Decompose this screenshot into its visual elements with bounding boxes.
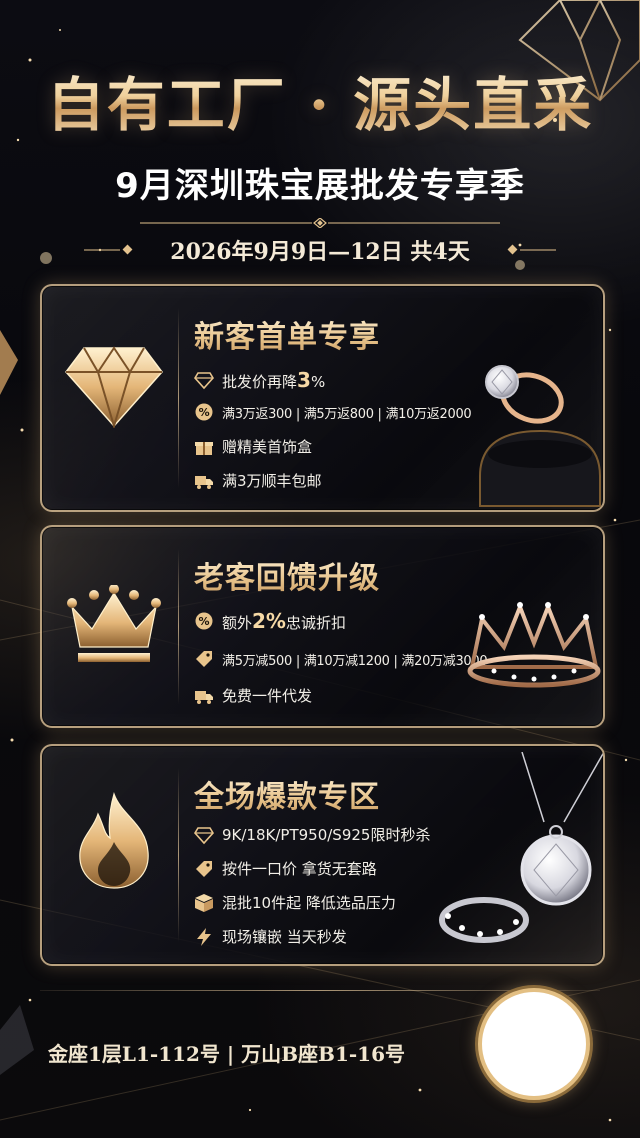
- feature-row: % 额外2%忠诚折扣: [194, 609, 346, 633]
- page-subtitle: 9月深圳珠宝展批发专享季: [115, 166, 525, 206]
- feature-text: 现场镶嵌 当天秒发: [222, 928, 347, 946]
- event-date: 2026年9月9日—12日 共4天: [170, 239, 470, 265]
- card-title: 老客回馈升级: [194, 553, 380, 597]
- feature-text: 赠精美首饰盒: [222, 438, 313, 456]
- card-title: 全场爆款专区: [194, 772, 380, 816]
- feature-row: % 满3万返300 | 满5万返800 | 满10万返2000: [194, 402, 472, 422]
- returning-customer-card: 老客回馈升级 % 额外2%忠诚折扣 满5万减500 | 满10万减1200 | …: [40, 525, 605, 728]
- page-title: 自有工厂 · 源头直采: [0, 58, 640, 142]
- ring-box-image: [479, 365, 601, 507]
- feature-text: 按件一口价 拿货无套路: [222, 860, 377, 878]
- feature-row: 现场镶嵌 当天秒发: [194, 926, 347, 947]
- booth-address: 金座1层L1-112号 | 万山B座B1-16号: [48, 1042, 406, 1066]
- hot-products-card: 全场爆款专区 9K/18K/PT950/S925限时秒杀 按件一口价 拿货无套路…: [40, 744, 605, 966]
- feature-row: 满3万顺丰包邮: [194, 470, 322, 491]
- feature-row: 按件一口价 拿货无套路: [194, 858, 377, 879]
- qr-code-placeholder[interactable]: [478, 988, 590, 1100]
- box-stack-icon: [195, 893, 213, 912]
- truck-icon: [195, 475, 213, 489]
- feature-text: 满3万返300 | 满5万返800 | 满10万返2000: [222, 406, 472, 422]
- title-divider: [140, 218, 500, 228]
- feature-text: 满3万顺丰包邮: [222, 472, 322, 490]
- feature-row: 批发价再降3%: [194, 368, 325, 392]
- feature-text: 9K/18K/PT950/S925限时秒杀: [222, 826, 431, 844]
- flame-icon: [79, 792, 149, 889]
- percent-badge-icon: %: [195, 612, 213, 630]
- necklace-ring-image: [439, 752, 603, 943]
- percent-badge-icon: %: [195, 403, 213, 421]
- gift-box-icon: [195, 441, 213, 455]
- diamond-icon: [65, 346, 163, 428]
- card-title: 新客首单专享: [194, 312, 380, 356]
- feature-row: 9K/18K/PT950/S925限时秒杀: [194, 824, 430, 845]
- price-tag-icon: [196, 860, 212, 877]
- feature-row: 赠精美首饰盒: [194, 436, 312, 457]
- svg-text:%: %: [199, 406, 210, 419]
- diamond-small-icon: [194, 826, 214, 844]
- card-separator: [178, 308, 179, 488]
- feature-row: 混批10件起 降低选品压力: [194, 892, 396, 913]
- tag-icon: [196, 651, 212, 667]
- truck-icon: [195, 690, 213, 704]
- feature-text: 批发价再降3%: [222, 368, 326, 392]
- feature-row: 满5万减500 | 满10万减1200 | 满20万减3000: [194, 649, 488, 669]
- svg-text:%: %: [198, 615, 209, 628]
- card-separator: [178, 768, 179, 942]
- new-customer-card: 新客首单专享 批发价再降3% % 满3万返300 | 满5万返800 | 满10…: [40, 284, 605, 512]
- diamond-small-icon: [194, 372, 214, 390]
- feature-text: 额外2%忠诚折扣: [222, 609, 346, 633]
- feature-text: 免费一件代发: [222, 687, 313, 705]
- lightning-icon: [197, 927, 211, 946]
- feature-text: 混批10件起 降低选品压力: [222, 894, 396, 912]
- crown-icon: [67, 585, 161, 662]
- feature-row: 免费一件代发: [194, 685, 312, 706]
- feature-text: 满5万减500 | 满10万减1200 | 满20万减3000: [222, 653, 488, 669]
- card-separator: [178, 549, 179, 704]
- crown-jewelry-image: [467, 601, 601, 688]
